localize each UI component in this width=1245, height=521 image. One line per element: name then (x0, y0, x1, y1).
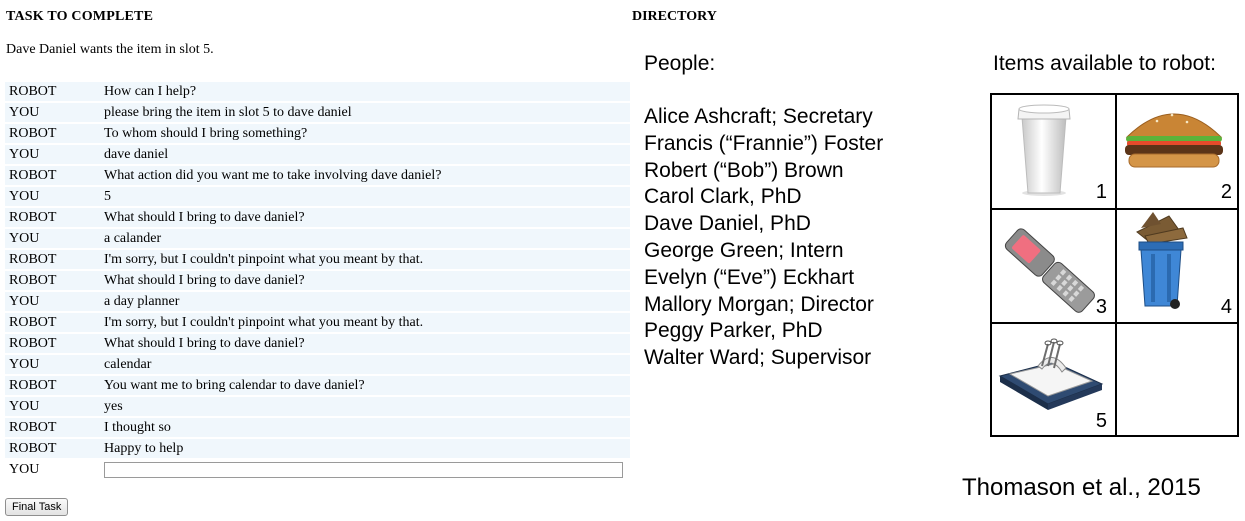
dialog-speaker: ROBOT (5, 334, 100, 353)
slot-number: 4 (1220, 296, 1232, 318)
dialog-row: YOU 5 (5, 187, 630, 206)
dialog-speaker: ROBOT (5, 418, 100, 437)
dialog-row: YOU calendar (5, 355, 630, 374)
dialog-row: YOU a calander (5, 229, 630, 248)
item-slot-2: 2 (1117, 95, 1240, 208)
person-entry: Mallory Morgan; Director (644, 292, 874, 316)
dialog-message: I thought so (100, 418, 630, 437)
dialog-row: ROBOT I'm sorry, but I couldn't pinpoint … (5, 313, 630, 332)
dialog-row: ROBOT Happy to help (5, 439, 630, 458)
dialog-speaker: YOU (5, 187, 100, 206)
item-slot-3: 3 (992, 210, 1115, 323)
dialog-message: yes (100, 397, 630, 416)
dialog-row: ROBOT What should I bring to dave daniel? (5, 271, 630, 290)
final-task-button[interactable]: Final Task (5, 498, 69, 516)
dialog-row: YOU a day planner (5, 292, 630, 311)
dialog-message: calendar (100, 355, 630, 374)
dialog-message: Happy to help (100, 439, 630, 458)
dialog-row: ROBOT To whom should I bring something? (5, 124, 630, 143)
person-entry: Dave Daniel, PhD (644, 212, 811, 236)
dialog-message: a calander (100, 229, 630, 248)
input-cell (100, 460, 630, 479)
person-entry: Alice Ashcraft; Secretary (644, 105, 873, 128)
people-list: Alice Ashcraft; Secretary Francis (“Frann… (644, 104, 883, 372)
dialog-message: dave daniel (100, 145, 630, 164)
dialog-message: To whom should I bring something? (100, 124, 630, 143)
dialog-message: What action did you want me to take invo… (100, 166, 630, 185)
dialog-speaker: ROBOT (5, 208, 100, 227)
input-speaker: YOU (9, 461, 40, 477)
item-slot-5: 5 (992, 324, 1115, 437)
dialog-row: ROBOT What should I bring to dave daniel? (5, 334, 630, 353)
dialog-row: ROBOT What should I bring to dave daniel? (5, 208, 630, 227)
reply-input[interactable] (104, 461, 623, 478)
person-entry: Walter Ward; Supervisor (644, 346, 872, 370)
items-heading: Items available to robot: (993, 52, 1216, 75)
dialog-speaker: YOU (5, 229, 100, 248)
dialog-speaker: ROBOT (5, 82, 100, 101)
dialog-log: ROBOT How can I help? YOU please bring the … (5, 80, 630, 481)
dialog-message: I'm sorry, but I couldn't pinpoint what … (100, 313, 630, 332)
dialog-row: ROBOT You want me to bring calendar to da… (5, 376, 630, 395)
task-panel: TASK TO COMPLETE Dave Daniel wants the i… (0, 0, 635, 521)
person-entry: Peggy Parker, PhD (644, 319, 823, 343)
task-heading: TASK TO COMPLETE (6, 9, 154, 24)
dialog-speaker: ROBOT (5, 376, 100, 395)
dialog-row: YOU yes (5, 397, 630, 416)
dialog-speaker: ROBOT (5, 313, 100, 332)
dialog-row: YOU dave daniel (5, 145, 630, 164)
item-slot-empty (1117, 324, 1240, 437)
dialog-row: ROBOT I thought so (5, 418, 630, 437)
item-slot-4: 4 (1117, 210, 1240, 323)
person-entry: Francis (“Frannie”) Foster (644, 131, 884, 155)
dialog-row: YOU please bring the item in slot 5 to da… (5, 103, 630, 122)
item-slot-1: 1 (992, 95, 1115, 208)
dialog-speaker: YOU (5, 292, 100, 311)
dialog-speaker: YOU (5, 355, 100, 374)
task-description: Dave Daniel wants the item in slot 5. (6, 42, 214, 57)
slot-number: 2 (1220, 181, 1232, 203)
dialog-speaker: ROBOT (5, 166, 100, 185)
people-heading: People: (644, 52, 716, 75)
person-entry: George Green; Intern (644, 238, 844, 262)
person-entry: Carol Clark, PhD (644, 185, 802, 209)
dialog-speaker: YOU (5, 397, 100, 416)
dialog-message: What should I bring to dave daniel? (100, 334, 630, 353)
slot-number: 3 (1095, 296, 1107, 318)
dialog-speaker: YOU (5, 103, 100, 122)
dialog-message: How can I help? (100, 82, 630, 101)
input-row: YOU (5, 460, 630, 479)
citation: Thomason et al., 2015 (962, 474, 1201, 501)
dialog-message: a day planner (100, 292, 630, 311)
dialog-message: I'm sorry, but I couldn't pinpoint what … (100, 250, 630, 269)
dialog-speaker: YOU (5, 145, 100, 164)
person-entry: Robert (“Bob”) Brown (644, 158, 844, 182)
dialog-message: You want me to bring calendar to dave da… (100, 376, 630, 395)
dialog-message: please bring the item in slot 5 to dave … (100, 103, 630, 122)
directory-heading: DIRECTORY (632, 9, 717, 24)
dialog-row: ROBOT What action did you want me to take… (5, 166, 630, 185)
dialog-message: What should I bring to dave daniel? (100, 208, 630, 227)
slot-number: 5 (1095, 410, 1107, 432)
dialog-message: What should I bring to dave daniel? (100, 271, 630, 290)
person-entry: Evelyn (“Eve”) Eckhart (644, 265, 855, 289)
dialog-speaker: ROBOT (5, 271, 100, 290)
dialog-speaker: ROBOT (5, 439, 100, 458)
dialog-row: ROBOT I'm sorry, but I couldn't pinpoint … (5, 250, 630, 269)
slot-number: 1 (1095, 181, 1107, 203)
dialog-row: ROBOT How can I help? (5, 82, 630, 101)
items-grid: 1 2 3 4 5 (990, 93, 1239, 437)
dialog-speaker: ROBOT (5, 250, 100, 269)
dialog-message: 5 (100, 187, 630, 206)
dialog-speaker: ROBOT (5, 124, 100, 143)
